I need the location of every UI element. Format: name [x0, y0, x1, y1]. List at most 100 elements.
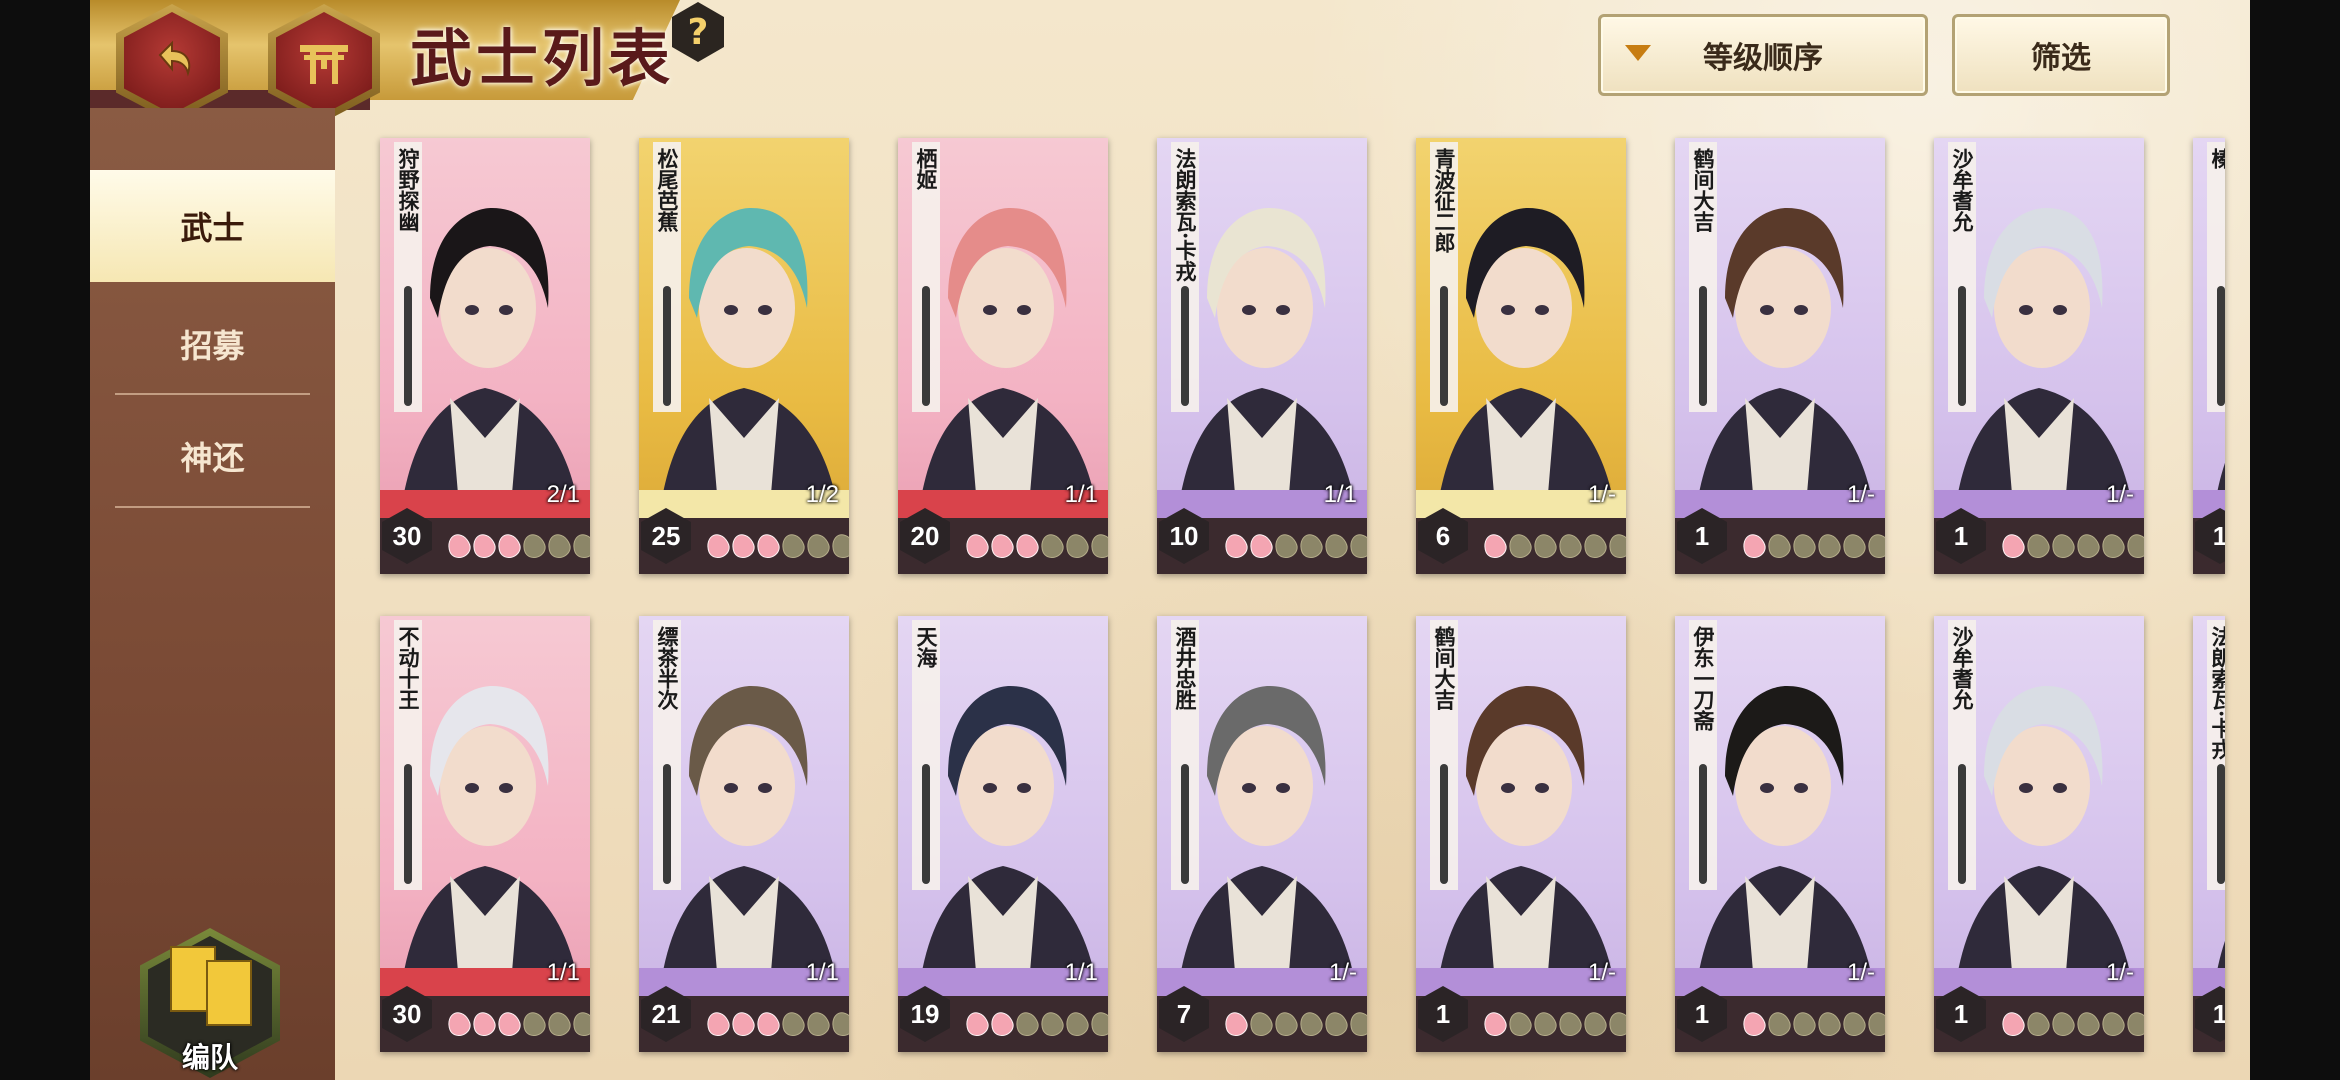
petal-empty-icon — [1346, 530, 1367, 562]
help-button[interactable]: ? — [672, 2, 724, 62]
petal-empty-icon — [1062, 530, 1092, 562]
samurai-card[interactable]: 鹤间大吉 1 1/- — [1416, 616, 1626, 1052]
petal-empty-icon — [1580, 530, 1610, 562]
formation-button[interactable]: 编队 — [140, 928, 280, 1078]
sort-order-button[interactable]: 等级顺序 — [1598, 14, 1928, 96]
sidebar-item-label: 武士 — [180, 209, 245, 247]
sidebar-item-recruit[interactable]: 招募 — [90, 288, 335, 400]
character-name-plate: 缥茶半次 — [653, 620, 681, 890]
petal-filled-icon — [1998, 1008, 2028, 1040]
character-name: 沙牟耆允 — [1950, 626, 1975, 710]
character-name: 伊东一刀斋 — [1691, 626, 1716, 731]
copy-count: 1/- — [2105, 481, 2134, 508]
character-name: 狩野探幽 — [396, 148, 421, 232]
character-name-plate: 沙牟耆允 — [1948, 620, 1976, 890]
samurai-card[interactable]: 松尾芭蕉 25 1/2 — [639, 138, 849, 574]
petal-empty-icon — [1321, 530, 1351, 562]
character-name-plate: 伊东一刀斋 — [1689, 620, 1717, 890]
petal-empty-icon — [1505, 1008, 1535, 1040]
name-plate-rod — [663, 764, 671, 884]
character-name-plate: 不动十王 — [394, 620, 422, 890]
name-plate-rod — [1181, 764, 1189, 884]
samurai-card[interactable]: 伊东一刀斋 1 1/- — [1675, 616, 1885, 1052]
copy-count: 1/1 — [546, 959, 580, 986]
petal-empty-icon — [1087, 530, 1108, 562]
petal-filled-icon — [987, 530, 1017, 562]
character-name: 天海 — [914, 626, 939, 668]
petal-empty-icon — [2098, 1008, 2128, 1040]
name-plate-rod — [404, 286, 412, 406]
petal-empty-icon — [1814, 1008, 1844, 1040]
name-plate-rod — [1440, 764, 1448, 884]
petal-empty-icon — [1789, 530, 1819, 562]
bloom-petal-row — [703, 530, 849, 562]
character-name: 酒井忠胜 — [1173, 626, 1198, 710]
samurai-card[interactable]: 栖姬 20 1/1 — [898, 138, 1108, 574]
samurai-card[interactable]: 天海 19 1/1 — [898, 616, 1108, 1052]
petal-empty-icon — [1037, 530, 1067, 562]
samurai-card[interactable]: 法朗索瓦·卡戎 10 1/1 — [1157, 138, 1367, 574]
petal-empty-icon — [828, 1008, 849, 1040]
name-plate-rod — [1699, 764, 1707, 884]
copy-count: 1/1 — [1323, 481, 1357, 508]
sidebar-item-label: 招募 — [180, 327, 245, 365]
samurai-card[interactable]: 沙牟耆允 1 1/- — [1934, 138, 2144, 574]
petal-empty-icon — [569, 530, 590, 562]
petal-filled-icon — [1480, 530, 1510, 562]
sidebar-item-return[interactable]: 神还 — [90, 400, 335, 512]
petal-empty-icon — [2123, 530, 2144, 562]
name-plate-rod — [2217, 286, 2225, 406]
petal-empty-icon — [778, 1008, 808, 1040]
character-name-plate: 法朗索瓦·卡戎 — [1171, 142, 1199, 412]
petal-empty-icon — [1246, 1008, 1276, 1040]
character-name: 鹤间大吉 — [1691, 148, 1716, 232]
character-name: 缥茶半次 — [655, 626, 680, 710]
character-name: 松尾芭蕉 — [655, 148, 680, 232]
samurai-card[interactable]: 青波征二郎 6 1/- — [1416, 138, 1626, 574]
name-plate-rod — [1958, 764, 1966, 884]
character-name-plate: 松尾芭蕉 — [653, 142, 681, 412]
petal-empty-icon — [803, 530, 833, 562]
filter-button[interactable]: 筛选 — [1952, 14, 2170, 96]
petal-empty-icon — [1605, 1008, 1626, 1040]
character-name: 栖姬 — [914, 148, 939, 190]
character-name-plate: 榛 — [2207, 142, 2225, 412]
samurai-card[interactable]: 不动十王 30 1/1 — [380, 616, 590, 1052]
petal-empty-icon — [1296, 1008, 1326, 1040]
name-plate-rod — [1440, 286, 1448, 406]
petal-empty-icon — [1062, 1008, 1092, 1040]
petal-empty-icon — [2023, 530, 2053, 562]
character-name-plate: 鹤间大吉 — [1689, 142, 1717, 412]
petal-filled-icon — [1739, 1008, 1769, 1040]
name-plate-rod — [1699, 286, 1707, 406]
petal-filled-icon — [444, 530, 474, 562]
samurai-card[interactable]: 狩野探幽 30 2/1 — [380, 138, 590, 574]
petal-empty-icon — [2048, 530, 2078, 562]
sidebar-item-samurai[interactable]: 武士 — [90, 170, 335, 282]
samurai-card[interactable]: 法朗索瓦·卡戎 1 — [2193, 616, 2225, 1052]
character-name-plate: 沙牟耆允 — [1948, 142, 1976, 412]
petal-empty-icon — [1505, 530, 1535, 562]
petal-empty-icon — [1764, 1008, 1794, 1040]
samurai-card[interactable]: 缥茶半次 21 1/1 — [639, 616, 849, 1052]
samurai-card[interactable]: 沙牟耆允 1 1/- — [1934, 616, 2144, 1052]
sidebar: 武士 招募 神还 编队 — [90, 108, 335, 1080]
samurai-card[interactable]: 酒井忠胜 7 1/- — [1157, 616, 1367, 1052]
filter-label: 筛选 — [2031, 41, 2091, 76]
petal-filled-icon — [962, 530, 992, 562]
petal-filled-icon — [1221, 1008, 1251, 1040]
petal-empty-icon — [2023, 1008, 2053, 1040]
bloom-petal-row — [1998, 530, 2144, 562]
petal-filled-icon — [444, 1008, 474, 1040]
copy-count: 1/- — [1587, 959, 1616, 986]
samurai-card[interactable]: 鹤间大吉 1 1/- — [1675, 138, 1885, 574]
petal-empty-icon — [1839, 1008, 1869, 1040]
petal-empty-icon — [1321, 1008, 1351, 1040]
name-plate-rod — [2217, 764, 2225, 884]
petal-empty-icon — [1296, 530, 1326, 562]
samurai-card[interactable]: 榛1 — [2193, 138, 2225, 574]
petal-empty-icon — [2098, 530, 2128, 562]
petal-filled-icon — [1998, 530, 2028, 562]
petal-filled-icon — [703, 530, 733, 562]
petal-filled-icon — [469, 1008, 499, 1040]
